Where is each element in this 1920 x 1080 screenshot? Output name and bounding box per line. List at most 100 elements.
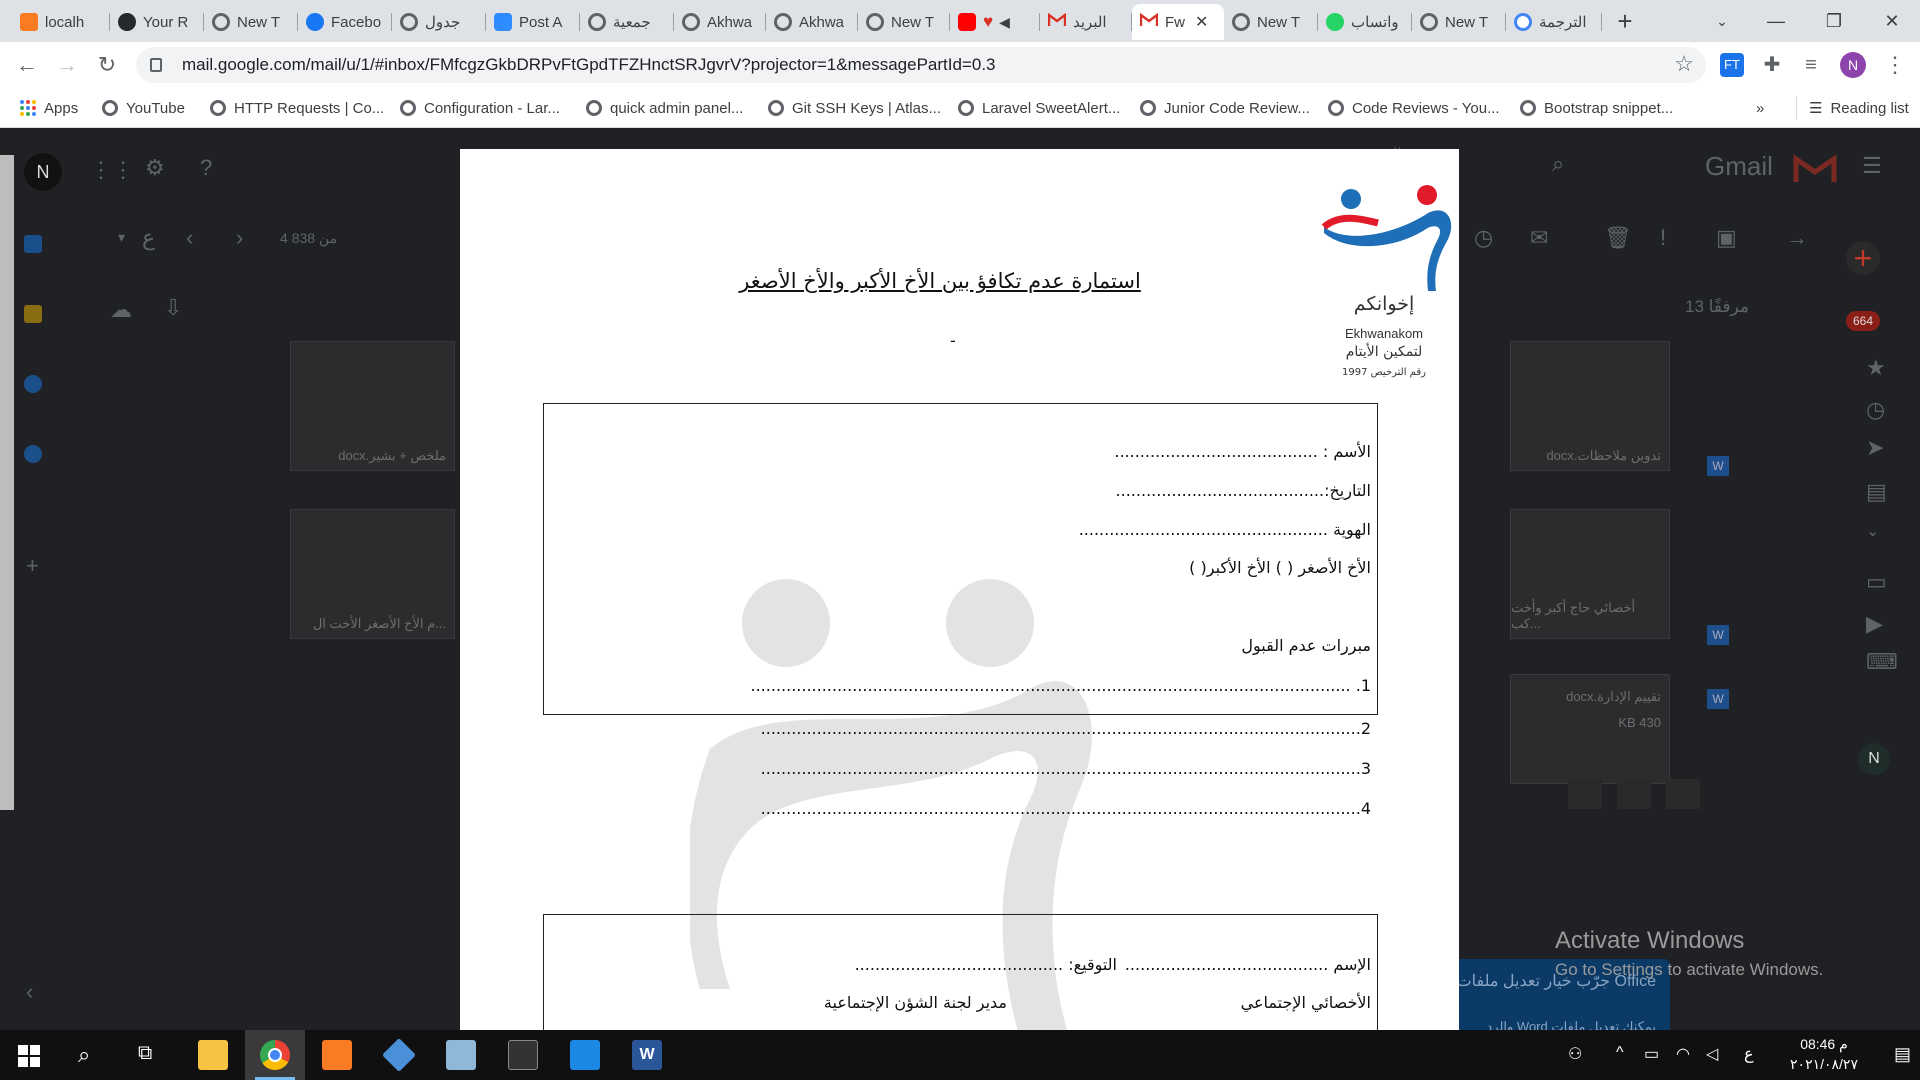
tasks-icon[interactable] bbox=[24, 375, 42, 393]
tab-new-tab[interactable]: New T bbox=[1224, 4, 1318, 40]
bookmark-configuration[interactable]: Configuration - Lar... bbox=[400, 96, 560, 120]
drafts-icon[interactable]: ▤ bbox=[1866, 479, 1887, 505]
search-icon[interactable]: ⌕ bbox=[78, 1042, 90, 1068]
tab-new-tab[interactable]: New T bbox=[1412, 4, 1506, 40]
bookmark-star-icon[interactable]: ☆ bbox=[1674, 51, 1694, 77]
attachment-thumbnail[interactable]: docx.ملخص + بشير bbox=[290, 341, 455, 471]
extensions-puzzle-icon[interactable]: ✚ bbox=[1760, 53, 1784, 77]
reload-button[interactable]: ↻ bbox=[92, 50, 122, 80]
battery-icon[interactable]: ▭ bbox=[1644, 1044, 1659, 1064]
tab-association[interactable]: جمعية bbox=[580, 4, 674, 40]
tab-facebook[interactable]: Facebo bbox=[298, 4, 392, 40]
attachment-thumbnail[interactable]: أخصائي حاج أكبر وأخت كب... bbox=[1510, 509, 1670, 639]
minimize-button[interactable]: — bbox=[1752, 4, 1800, 38]
drive-save-icon[interactable]: ☁ bbox=[110, 297, 132, 323]
bookmark-bootstrap[interactable]: Bootstrap snippet... bbox=[1520, 96, 1673, 120]
meet-icon[interactable]: ▶ bbox=[1866, 611, 1883, 637]
mark-icon[interactable]: ✉ bbox=[1530, 225, 1548, 251]
tab-search-icon[interactable]: ⌄ bbox=[1698, 4, 1746, 38]
tab-new-tab[interactable]: New T bbox=[204, 4, 298, 40]
chevron-left-icon[interactable]: ‹ bbox=[186, 225, 193, 251]
tab-translate[interactable]: الترجمة bbox=[1506, 4, 1602, 40]
keyboard-icon[interactable]: ⌨ bbox=[1866, 649, 1898, 675]
collapse-panel-icon[interactable]: ‹ bbox=[26, 979, 33, 1005]
chrome-taskbar-icon[interactable] bbox=[260, 1040, 290, 1070]
notepad-taskbar-icon[interactable] bbox=[446, 1040, 476, 1070]
tab-new-tab[interactable]: New T bbox=[858, 4, 950, 40]
report-icon[interactable]: ! bbox=[1660, 225, 1666, 251]
attachment-thumbnail[interactable]: docx.تقييم الإدارة KB 430 bbox=[1510, 674, 1670, 784]
chrome-menu-icon[interactable]: ⋮ bbox=[1880, 50, 1910, 80]
close-window-button[interactable]: ✕ bbox=[1868, 4, 1916, 38]
attachment-thumbnail[interactable]: docx.تدوين ملاحظات bbox=[1510, 341, 1670, 471]
profile-avatar[interactable]: N bbox=[1840, 52, 1866, 78]
input-language[interactable]: ع bbox=[1744, 1044, 1754, 1064]
tab-mail[interactable]: البريد bbox=[1040, 4, 1132, 40]
more-bookmarks-button[interactable]: » bbox=[1756, 96, 1764, 120]
reading-list-button[interactable]: ☰ Reading list bbox=[1796, 96, 1909, 120]
maximize-button[interactable]: ❐ bbox=[1810, 4, 1858, 38]
keep-icon[interactable] bbox=[24, 305, 42, 323]
search-icon[interactable]: ⌕ bbox=[1552, 151, 1564, 177]
tab-akhwa-2[interactable]: Akhwa bbox=[766, 4, 858, 40]
tab-youtube[interactable]: ♥ ◀ bbox=[950, 4, 1040, 40]
contacts-icon[interactable] bbox=[24, 445, 42, 463]
show-hidden-icons[interactable]: ^ bbox=[1616, 1044, 1624, 1062]
bookmark-git-ssh[interactable]: Git SSH Keys | Atlas... bbox=[768, 96, 941, 120]
new-tab-button[interactable]: + bbox=[1610, 6, 1640, 36]
terminal-taskbar-icon[interactable] bbox=[508, 1040, 538, 1070]
tab-table[interactable]: جدول bbox=[392, 4, 486, 40]
snooze-icon[interactable]: ◷ bbox=[1474, 225, 1493, 251]
bookmark-code-reviews[interactable]: Code Reviews - You... bbox=[1328, 96, 1500, 120]
clock-icon[interactable]: ◷ bbox=[1866, 397, 1885, 423]
calendar-icon[interactable] bbox=[24, 235, 42, 253]
arrow-right-icon[interactable]: → bbox=[1786, 225, 1808, 251]
add-addon-icon[interactable]: + bbox=[26, 553, 39, 579]
address-bar[interactable]: mail.google.com/mail/u/1/#inbox/FMfcgzGk… bbox=[136, 47, 1706, 83]
menu-icon[interactable]: ☰ bbox=[1862, 153, 1882, 179]
xampp-taskbar-icon[interactable] bbox=[322, 1040, 352, 1070]
tab-whatsapp[interactable]: واتساب bbox=[1318, 4, 1412, 40]
dropdown-icon[interactable]: ▾ bbox=[118, 229, 125, 246]
starred-icon[interactable]: ★ bbox=[1866, 355, 1886, 381]
more-chevron-icon[interactable]: ⌄ bbox=[1866, 521, 1879, 541]
task-view-icon[interactable]: ⧉ bbox=[138, 1042, 152, 1065]
archive-icon[interactable]: ▣ bbox=[1716, 225, 1737, 251]
scrollbar[interactable] bbox=[0, 155, 14, 810]
download-icon[interactable] bbox=[1666, 779, 1700, 809]
hangouts-avatar[interactable]: N bbox=[1858, 743, 1890, 775]
account-avatar[interactable]: N bbox=[24, 153, 62, 191]
notifications-icon[interactable]: ▤ bbox=[1894, 1044, 1911, 1065]
bookmark-http-requests[interactable]: HTTP Requests | Co... bbox=[210, 96, 384, 120]
windows-start-icon[interactable] bbox=[18, 1045, 40, 1067]
file-explorer-icon[interactable] bbox=[198, 1040, 228, 1070]
attachment-thumbnail[interactable]: م الأخ الأصغر الأخت ال... bbox=[290, 509, 455, 639]
word-taskbar-icon[interactable]: W bbox=[632, 1040, 662, 1070]
tab-active-fw[interactable]: Fw ✕ bbox=[1132, 4, 1224, 40]
compose-plus-icon[interactable]: + bbox=[1846, 241, 1880, 275]
back-button[interactable]: ← bbox=[12, 50, 42, 80]
sent-icon[interactable]: ➤ bbox=[1866, 435, 1884, 461]
settings-gear-icon[interactable]: ⚙ bbox=[145, 155, 165, 181]
extension-ft-icon[interactable]: FT bbox=[1720, 53, 1744, 77]
bookmark-sweetalert[interactable]: Laravel SweetAlert... bbox=[958, 96, 1120, 120]
tab-github[interactable]: Your R bbox=[110, 4, 204, 40]
apps-grid-icon[interactable]: ⋮⋮ bbox=[90, 157, 134, 183]
chat-icon[interactable]: ▭ bbox=[1866, 569, 1887, 595]
bookmark-junior-code-review[interactable]: Junior Code Review... bbox=[1140, 96, 1310, 120]
help-icon[interactable]: ? bbox=[200, 155, 212, 181]
tab-localhost[interactable]: localh bbox=[12, 4, 110, 40]
vscode-taskbar-icon[interactable] bbox=[570, 1040, 600, 1070]
bookmark-apps[interactable]: Apps bbox=[20, 96, 78, 120]
wifi-icon[interactable]: ◠ bbox=[1676, 1044, 1690, 1064]
people-icon[interactable]: ⚇ bbox=[1568, 1044, 1582, 1064]
forward-button[interactable]: → bbox=[52, 50, 82, 80]
tab-zoom[interactable]: Post A bbox=[486, 4, 580, 40]
close-tab-icon[interactable]: ✕ bbox=[1195, 12, 1208, 32]
edit-icon[interactable] bbox=[1568, 779, 1602, 809]
delete-icon[interactable]: 🗑 bbox=[1604, 225, 1632, 251]
media-control-icon[interactable]: ≡ bbox=[1799, 53, 1823, 77]
drive-icon[interactable] bbox=[1617, 779, 1651, 809]
chevron-right-icon[interactable]: › bbox=[236, 225, 243, 251]
tab-akhwa-1[interactable]: Akhwa bbox=[674, 4, 766, 40]
